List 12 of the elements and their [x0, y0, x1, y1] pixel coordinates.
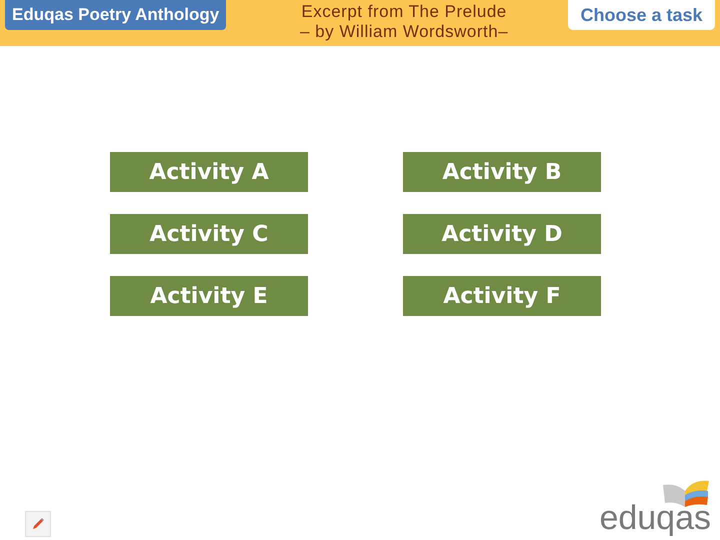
eduqas-logo-text: eduqas	[599, 501, 711, 535]
activity-button[interactable]: Activity A	[110, 152, 308, 192]
activity-button[interactable]: Activity D	[403, 214, 601, 254]
activity-button[interactable]: Activity E	[110, 276, 308, 316]
activity-button[interactable]: Activity C	[110, 214, 308, 254]
slide-subtitle: – by William Wordsworth–	[300, 22, 508, 42]
slide-title: Excerpt from The Prelude	[301, 2, 507, 22]
choose-task-button[interactable]: Choose a task	[568, 0, 715, 30]
activity-button[interactable]: Activity F	[403, 276, 601, 316]
pencil-icon[interactable]	[25, 511, 51, 537]
anthology-button[interactable]: Eduqas Poetry Anthology	[5, 0, 226, 30]
activity-button[interactable]: Activity B	[403, 152, 601, 192]
